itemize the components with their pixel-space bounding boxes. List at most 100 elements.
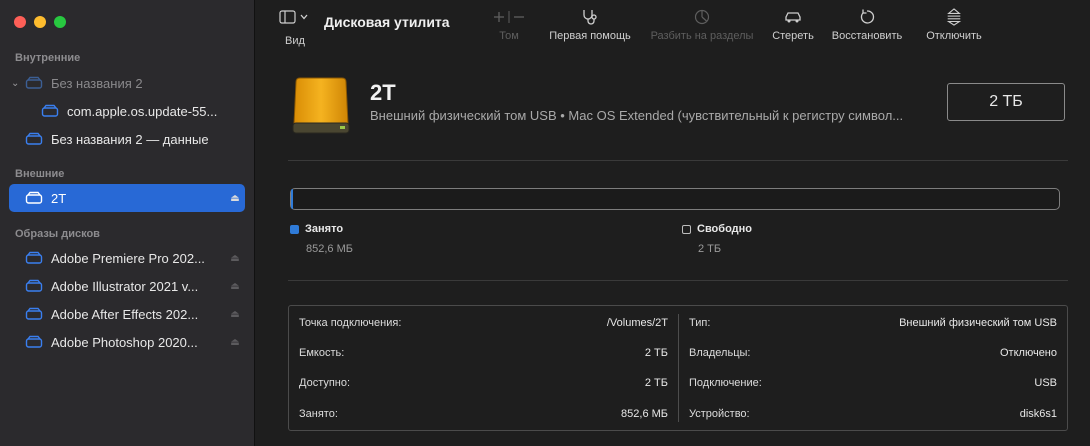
minimize-window-button[interactable] [34,16,46,28]
sidebar-toggle-icon [279,10,308,24]
sidebar: Внутренние ⌄ Без названия 2 com.apple.os… [0,0,255,446]
stethoscope-icon [583,10,597,25]
sidebar-item-image[interactable]: Adobe Illustrator 2021 v... ⏏ [9,272,245,300]
used-swatch [290,224,299,234]
sidebar-item-2t[interactable]: 2T ⏏ [9,184,245,212]
erase-car-icon [785,12,801,23]
used-label: Занято [305,223,344,235]
sidebar-item-data-volume[interactable]: Без названия 2 — данные [9,125,245,153]
section-label-internal: Внутренние [15,52,81,64]
eject-icon[interactable]: ⏏ [225,253,245,264]
free-value: 2 ТБ [698,243,722,255]
disk-name: 2T [370,80,396,105]
info-key: Устройство: [689,408,750,420]
info-value: disk6s1 [1019,408,1057,420]
info-value: 2 ТБ [644,347,668,359]
info-value: USB [1034,377,1057,389]
sidebar-item-image[interactable]: Adobe Photoshop 2020... ⏏ [9,328,245,356]
first-aid-label: Первая помощь [549,30,631,42]
erase-button[interactable]: Стереть [768,8,818,42]
info-value: Отключено [1000,347,1057,359]
info-key: Точка подключения: [299,317,402,329]
view-button[interactable]: Вид [278,10,312,47]
unmount-label: Отключить [926,30,982,42]
window-controls [14,16,66,28]
disk-icon [25,132,43,146]
info-row-owners: Владельцы: Отключено [679,338,1067,368]
zoom-window-button[interactable] [54,16,66,28]
sidebar-item-label: Без названия 2 [51,75,143,91]
eject-icon[interactable]: ⏏ [225,309,245,320]
info-row-used: Занято: 852,6 МБ [289,399,678,429]
info-value: 852,6 МБ [621,408,668,420]
divider [288,280,1068,281]
info-row-type: Тип: Внешний физический том USB [679,308,1067,338]
window-title: Дисковая утилита [324,14,450,30]
info-key: Емкость: [299,347,345,359]
sidebar-item-image[interactable]: Adobe Premiere Pro 202... ⏏ [9,244,245,272]
info-row-available: Доступно: 2 ТБ [289,368,678,398]
sidebar-item-container[interactable]: ⌄ Без названия 2 [9,69,245,97]
used-value: 852,6 МБ [306,243,353,255]
external-disk-icon [292,76,350,136]
disk-icon [25,335,43,349]
restore-arrow-icon [860,9,875,24]
sidebar-item-label: com.apple.os.update-55... [67,103,218,119]
disk-icon [41,104,59,118]
partition-button[interactable]: Разбить на разделы [645,8,759,42]
legend-used: Занято 852,6 МБ [290,223,353,255]
sidebar-item-image[interactable]: Adobe After Effects 202... ⏏ [9,300,245,328]
disk-description: Внешний физический том USB • Mac OS Exte… [370,108,904,123]
info-value: 2 ТБ [644,377,668,389]
erase-label: Стереть [772,30,814,42]
info-key: Доступно: [299,377,351,389]
section-label-images: Образы дисков [15,228,100,240]
eject-icon[interactable]: ⏏ [225,281,245,292]
disk-icon [25,279,43,293]
info-row-capacity: Емкость: 2 ТБ [289,338,678,368]
partition-label: Разбить на разделы [650,30,754,42]
sidebar-item-label: Adobe Premiere Pro 202... [51,250,205,266]
info-row-device: Устройство: disk6s1 [679,399,1067,429]
disk-size-badge: 2 ТБ [947,83,1065,121]
pie-chart-icon [694,9,710,25]
usage-bar-used-fill [291,189,294,209]
usage-bar [290,188,1060,210]
section-label-external: Внешние [15,168,65,180]
toolbar: Вид Дисковая утилита Том Первая помощь Р… [256,0,1090,58]
close-window-button[interactable] [14,16,26,28]
restore-button[interactable]: Восстановить [828,8,906,42]
volume-label: Том [499,30,519,42]
info-column-right: Тип: Внешний физический том USB Владельц… [679,306,1067,430]
sidebar-item-label: Без названия 2 — данные [51,131,209,147]
free-label: Свободно [697,223,752,235]
legend-free: Свободно 2 ТБ [682,223,752,255]
sidebar-item-label: Adobe After Effects 202... [51,306,199,322]
info-key: Тип: [689,317,711,329]
info-row-connection: Подключение: USB [679,368,1067,398]
info-key: Занято: [299,408,338,420]
eject-icon[interactable]: ⏏ [225,337,245,348]
disk-icon [25,251,43,265]
sidebar-item-volume[interactable]: com.apple.os.update-55... [9,97,245,125]
restore-label: Восстановить [831,30,903,42]
sidebar-item-label: Adobe Photoshop 2020... [51,334,198,350]
info-table: Точка подключения: /Volumes/2T Емкость: … [288,305,1068,431]
disk-icon [25,307,43,321]
first-aid-button[interactable]: Первая помощь [544,8,636,42]
info-key: Подключение: [689,377,762,389]
divider [288,160,1068,161]
sidebar-item-label: 2T [51,190,67,206]
volume-button[interactable]: Том [488,8,530,42]
eject-icon[interactable]: ⏏ [225,193,245,204]
free-swatch [682,224,691,234]
chevron-down-icon[interactable]: ⌄ [11,78,25,89]
unmount-icon [946,8,962,26]
view-label: Вид [285,35,305,47]
info-value: Внешний физический том USB [899,317,1057,329]
info-row-mount-point: Точка подключения: /Volumes/2T [289,308,678,338]
disk-icon [25,191,43,205]
unmount-button[interactable]: Отключить [922,8,986,42]
info-value: /Volumes/2T [606,317,668,329]
disk-icon [25,76,43,90]
